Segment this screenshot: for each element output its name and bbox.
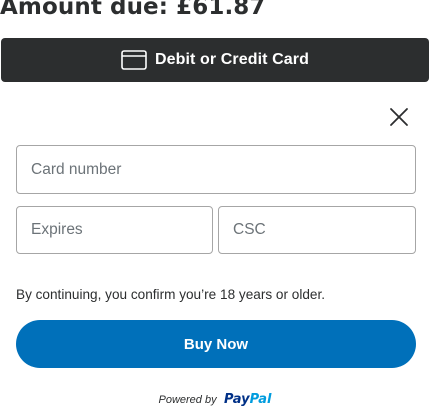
debit-credit-card-label: Debit or Credit Card xyxy=(154,51,309,68)
card-number-input[interactable] xyxy=(16,145,416,194)
paypal-logo-pal: Pal xyxy=(249,392,272,407)
credit-card-icon xyxy=(121,50,147,70)
csc-input[interactable] xyxy=(218,206,416,254)
paypal-logo-pay: Pay xyxy=(224,392,250,407)
debit-credit-card-button[interactable]: Debit or Credit Card xyxy=(1,38,429,82)
powered-by-paypal: Powered by PayPal xyxy=(0,390,430,408)
expires-input[interactable] xyxy=(16,206,213,254)
close-icon[interactable] xyxy=(388,106,410,128)
paypal-logo: PayPal xyxy=(224,392,271,407)
age-disclaimer: By continuing, you confirm you’re 18 yea… xyxy=(16,287,326,302)
amount-due-title: Amount due: £61.87 xyxy=(0,0,266,20)
buy-now-button[interactable]: Buy Now xyxy=(16,320,416,368)
powered-by-label: Powered by xyxy=(158,394,217,406)
